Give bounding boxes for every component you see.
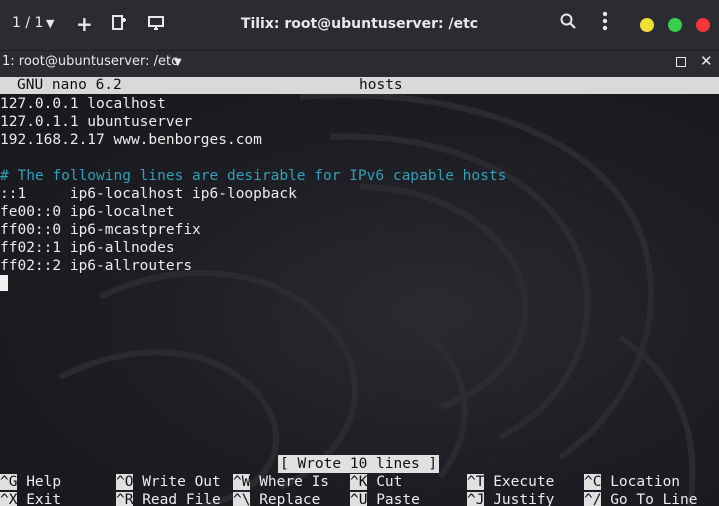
shortcut-help[interactable]: ^G Help <box>0 473 61 491</box>
shortcut-execute[interactable]: ^T Execute <box>467 473 554 491</box>
shortcut-read-file[interactable]: ^R Read File <box>116 491 221 506</box>
status-message: [ Wrote 10 lines ] <box>278 455 440 473</box>
shortcut-exit[interactable]: ^X Exit <box>0 491 61 506</box>
shortcut-go-to-line[interactable]: ^/ Go To Line <box>584 491 698 506</box>
menu-icon[interactable] <box>602 11 608 36</box>
close-icon[interactable]: ✕ <box>700 52 713 70</box>
file-line: ::1 ip6-localhost ip6-loopback <box>0 186 297 202</box>
maximize-window-button[interactable] <box>668 18 682 32</box>
file-line-comment: # The following lines are desirable for … <box>0 168 507 184</box>
file-line: ff02::2 ip6-allrouters <box>0 258 193 274</box>
shortcut-location[interactable]: ^C Location <box>584 473 680 491</box>
tab-dropdown-icon[interactable]: ▼ <box>174 57 182 68</box>
minimize-button[interactable] <box>640 18 654 32</box>
file-line: ff00::0 ip6-mcastprefix <box>0 222 201 238</box>
window-title: Tilix: root@ubuntuserver: /etc <box>240 16 479 32</box>
file-line: 192.168.2.17 www.benborges.com <box>0 132 262 148</box>
terminal-tab-label[interactable]: 1: root@ubuntuserver: /etc <box>2 54 178 69</box>
terminal-tab-bar: 1: root@ubuntuserver: /etc ▼ ✕ <box>0 50 719 77</box>
text-cursor <box>0 275 8 291</box>
search-icon[interactable] <box>560 13 576 34</box>
title-bar: 1 / 1 ▼ + Tilix: root@ubuntuserver: /etc <box>0 0 719 50</box>
nano-version: GNU nano 6.2 <box>17 77 122 93</box>
file-line: ff02::1 ip6-allnodes <box>0 240 175 256</box>
shortcut-where-is[interactable]: ^W Where Is <box>233 473 329 491</box>
shortcut-paste[interactable]: ^U Paste <box>350 491 420 506</box>
terminal-area[interactable]: GNU nano 6.2 hosts 127.0.0.1 localhost 1… <box>0 77 719 506</box>
nano-filename: hosts <box>359 77 403 93</box>
nano-header: GNU nano 6.2 hosts <box>0 77 719 94</box>
shortcut-cut[interactable]: ^K Cut <box>350 473 402 491</box>
file-line: 127.0.0.1 localhost <box>0 96 166 112</box>
maximize-icon[interactable] <box>676 57 686 67</box>
file-line: 127.0.1.1 ubuntuserver <box>0 114 193 130</box>
file-line: fe00::0 ip6-localnet <box>0 204 175 220</box>
shortcut-write-out[interactable]: ^O Write Out <box>116 473 221 491</box>
shortcut-justify[interactable]: ^J Justify <box>467 491 554 506</box>
close-window-button[interactable] <box>696 18 710 32</box>
shortcut-replace[interactable]: ^\ Replace <box>233 491 320 506</box>
